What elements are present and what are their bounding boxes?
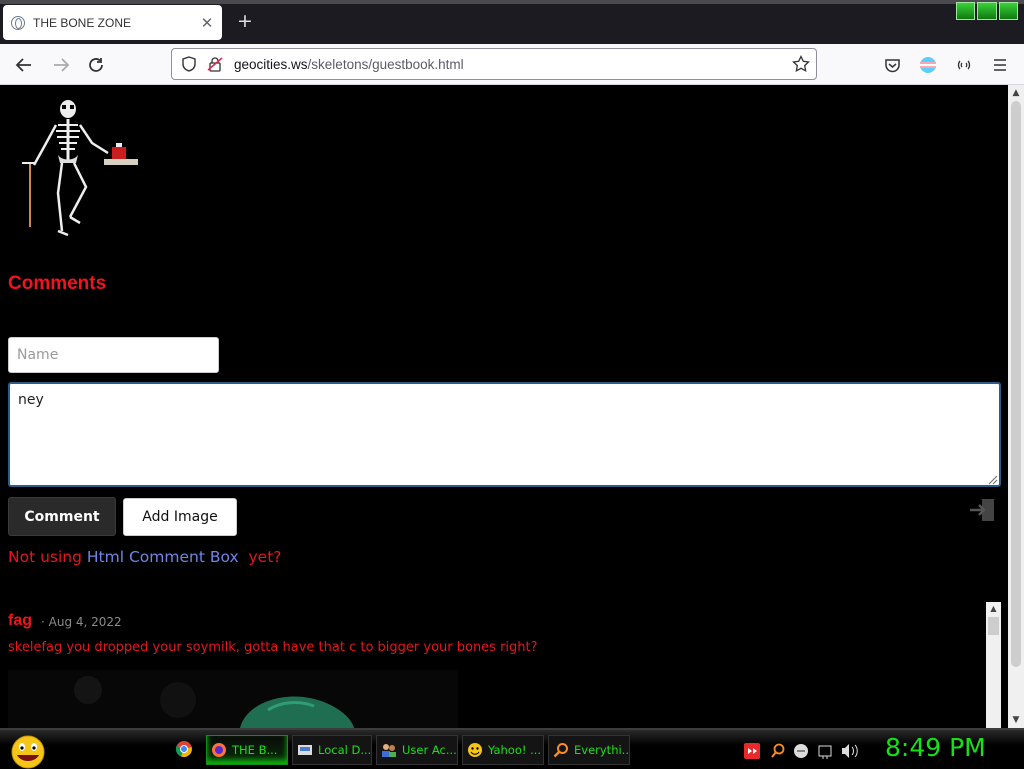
- url-bar[interactable]: geocities.ws/skeletons/guestbook.html: [171, 48, 817, 80]
- taskbar-item-label: Yahoo! ...: [488, 743, 542, 757]
- comments-scrollbar[interactable]: ▲: [986, 602, 1001, 728]
- taskbar-clock[interactable]: 8:49 PM: [885, 733, 986, 762]
- system-tray: [744, 743, 858, 759]
- page-content: Comments ney Comment Add Image Not using…: [0, 85, 1008, 728]
- window-top-border: [0, 0, 1024, 4]
- taskbar-item-everything[interactable]: Everythi...: [548, 735, 630, 765]
- extension-button-2[interactable]: [951, 52, 977, 78]
- flag-extension-icon: [920, 57, 936, 73]
- drive-icon: [298, 745, 312, 755]
- reload-button[interactable]: [83, 52, 109, 78]
- skeleton-image: [22, 100, 138, 237]
- pocket-icon: [884, 58, 900, 72]
- taskbar-item-local-disk[interactable]: Local D...: [292, 735, 372, 765]
- comments-heading: Comments: [8, 273, 107, 294]
- taskbar-item-yahoo[interactable]: Yahoo! ...: [462, 735, 544, 765]
- taskbar-item-label: Local D...: [318, 743, 372, 757]
- minimize-button[interactable]: [956, 2, 976, 20]
- chrome-icon[interactable]: [175, 740, 193, 758]
- promo-prefix: Not using: [8, 548, 87, 566]
- forward-button[interactable]: [48, 52, 74, 78]
- hamburger-menu-icon: [994, 59, 1006, 71]
- close-window-button[interactable]: [998, 2, 1018, 20]
- menu-button[interactable]: [987, 52, 1013, 78]
- maximize-button[interactable]: [977, 2, 997, 20]
- taskbar-item-label: User Ac...: [402, 743, 457, 757]
- tab-strip: THE BONE ZONE ✕ +: [0, 0, 1024, 44]
- broadcast-icon: [957, 60, 971, 70]
- scroll-up-icon[interactable]: ▲: [986, 602, 1001, 615]
- extension-button[interactable]: [915, 52, 941, 78]
- start-smiley-icon[interactable]: [8, 733, 48, 769]
- entry-text: skelefag you dropped your soymilk, gotta…: [8, 640, 538, 655]
- arrow-left-icon: [15, 58, 31, 72]
- promo-suffix: yet?: [238, 548, 282, 566]
- tray-volume-icon: [842, 744, 849, 758]
- taskbar: THE B... Local D... User Ac... Yahoo! ..…: [0, 728, 1024, 769]
- entry-author: fag: [8, 612, 32, 629]
- taskbar-item-label: THE B...: [232, 743, 278, 757]
- yahoo-icon: [468, 743, 482, 757]
- taskbar-item-label: Everythi...: [574, 743, 630, 757]
- back-button[interactable]: [11, 52, 37, 78]
- browser-tab[interactable]: THE BONE ZONE ✕: [3, 5, 222, 40]
- page-scroll-thumb[interactable]: [1011, 101, 1021, 667]
- url-host: geocities.ws: [234, 56, 308, 72]
- add-image-button[interactable]: Add Image: [123, 498, 237, 536]
- pocket-button[interactable]: [879, 52, 905, 78]
- bookmark-star-icon[interactable]: [792, 55, 810, 73]
- globe-icon: [11, 15, 25, 30]
- page-scrollbar[interactable]: ▲ ▼: [1008, 85, 1024, 728]
- entry-attached-image[interactable]: [8, 670, 458, 728]
- tab-title: THE BONE ZONE: [33, 15, 132, 30]
- navigation-toolbar: geocities.ws/skeletons/guestbook.html: [0, 44, 1024, 85]
- login-icon[interactable]: [968, 497, 996, 523]
- comment-textarea[interactable]: ney: [8, 382, 1001, 487]
- reload-icon: [89, 58, 103, 72]
- firefox-icon: [212, 743, 226, 757]
- page-scroll-down-icon[interactable]: ▼: [1008, 713, 1024, 727]
- comment-button[interactable]: Comment: [8, 497, 116, 536]
- url-path: /skeletons/guestbook.html: [307, 56, 464, 72]
- name-input[interactable]: [8, 337, 219, 373]
- shield-icon[interactable]: [181, 56, 197, 72]
- arrow-right-icon: [54, 58, 70, 72]
- html-comment-box-link[interactable]: Html Comment Box: [87, 548, 239, 566]
- tray-network-icon: [818, 745, 832, 757]
- promo-text: Not using Html Comment Box yet?: [8, 548, 282, 566]
- insecure-lock-icon[interactable]: [207, 56, 223, 72]
- taskbar-item-user-accounts[interactable]: User Ac...: [376, 735, 458, 765]
- comments-scroll-thumb[interactable]: [988, 617, 999, 635]
- magnifier-icon: [553, 743, 568, 758]
- url-text[interactable]: geocities.ws/skeletons/guestbook.html: [234, 57, 792, 72]
- new-tab-button[interactable]: +: [234, 10, 256, 32]
- users-icon: [382, 744, 396, 757]
- window-controls: [956, 2, 1018, 20]
- page-scroll-up-icon[interactable]: ▲: [1008, 86, 1024, 100]
- resize-grip-icon[interactable]: [986, 473, 998, 485]
- close-tab-icon[interactable]: ✕: [200, 14, 214, 32]
- taskbar-item-firefox[interactable]: THE B...: [206, 735, 288, 765]
- entry-date: · Aug 4, 2022: [41, 615, 122, 629]
